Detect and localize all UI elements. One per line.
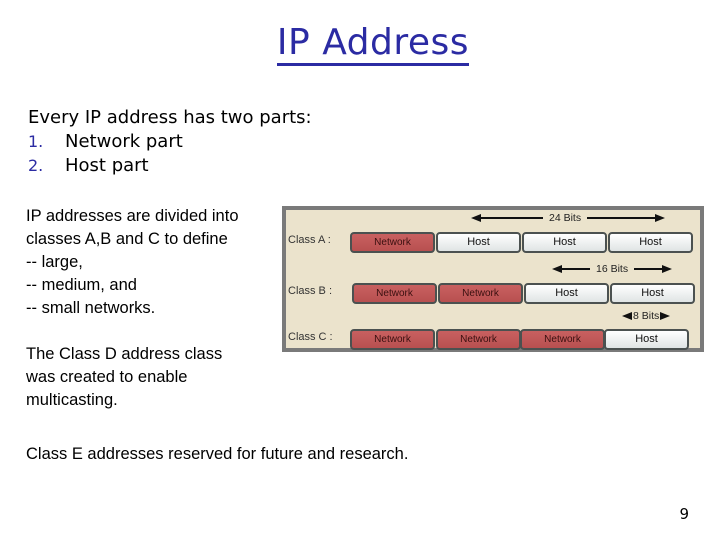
- bits-indicator-16: 16 Bits: [552, 263, 673, 275]
- list-item: 2. Host part: [28, 154, 312, 178]
- paragraph-line: -- large,: [26, 253, 83, 271]
- arrow-left-icon: [552, 265, 562, 273]
- octet-network: Network: [350, 232, 435, 253]
- intro-block: Every IP address has two parts: 1. Netwo…: [28, 106, 312, 178]
- slide-title-text: IP Address: [276, 22, 470, 66]
- paragraph-line: -- medium, and: [26, 276, 137, 294]
- arrow-right-icon: [660, 312, 671, 320]
- bits-indicator-8: 8 Bits: [622, 310, 671, 322]
- octet-network: Network: [520, 329, 605, 350]
- octet-host: Host: [436, 232, 521, 253]
- page-number: 9: [679, 505, 689, 523]
- list-number: 2.: [28, 156, 44, 175]
- class-row-b: Class B : Network Network Host Host: [286, 283, 700, 304]
- class-label: Class A :: [288, 234, 331, 246]
- bits-indicator-24: 24 Bits: [471, 212, 666, 224]
- arrow-right-icon: [662, 265, 673, 273]
- bits-label: 8 Bits: [633, 310, 660, 322]
- octet-host: Host: [604, 329, 689, 350]
- octet-host: Host: [610, 283, 695, 304]
- arrow-left-icon: [622, 312, 632, 320]
- paragraph-line: classes A,B and C to define: [26, 230, 228, 248]
- bits-label: 16 Bits: [596, 263, 629, 275]
- class-d-paragraph: The Class D address class was created to…: [26, 343, 222, 412]
- list-number: 1.: [28, 132, 44, 151]
- paragraph-line: multicasting.: [26, 391, 118, 409]
- octet-network: Network: [438, 283, 523, 304]
- arrow-left-icon: [471, 214, 481, 222]
- octet-network: Network: [436, 329, 521, 350]
- arrow-line: [634, 268, 663, 270]
- octet-host: Host: [522, 232, 607, 253]
- arrow-line: [481, 217, 543, 219]
- octet-host: Host: [524, 283, 609, 304]
- bits-label: 24 Bits: [549, 212, 582, 224]
- list-text: Host part: [65, 155, 149, 176]
- class-row-c: Class C : Network Network Network Host: [286, 329, 700, 350]
- list-text: Network part: [65, 131, 183, 152]
- paragraph-line: was created to enable: [26, 368, 188, 386]
- class-label: Class B :: [288, 285, 333, 297]
- octet-network: Network: [350, 329, 435, 350]
- slide-title: IP Address: [0, 20, 720, 66]
- class-e-paragraph: Class E addresses reserved for future an…: [26, 445, 409, 463]
- classes-paragraph: IP addresses are divided into classes A,…: [26, 205, 239, 320]
- arrow-line: [587, 217, 656, 219]
- ip-class-diagram: 24 Bits Class A : Network Host Host Host…: [282, 206, 704, 352]
- intro-heading: Every IP address has two parts:: [28, 107, 312, 128]
- octet-host: Host: [608, 232, 693, 253]
- arrow-line: [562, 268, 590, 270]
- paragraph-line: IP addresses are divided into: [26, 207, 239, 225]
- class-row-a: Class A : Network Host Host Host: [286, 232, 700, 253]
- octet-network: Network: [352, 283, 437, 304]
- paragraph-line: The Class D address class: [26, 345, 223, 363]
- paragraph-line: -- small networks.: [26, 299, 156, 317]
- list-item: 1. Network part: [28, 130, 312, 154]
- class-label: Class C :: [288, 331, 333, 343]
- arrow-right-icon: [655, 214, 666, 222]
